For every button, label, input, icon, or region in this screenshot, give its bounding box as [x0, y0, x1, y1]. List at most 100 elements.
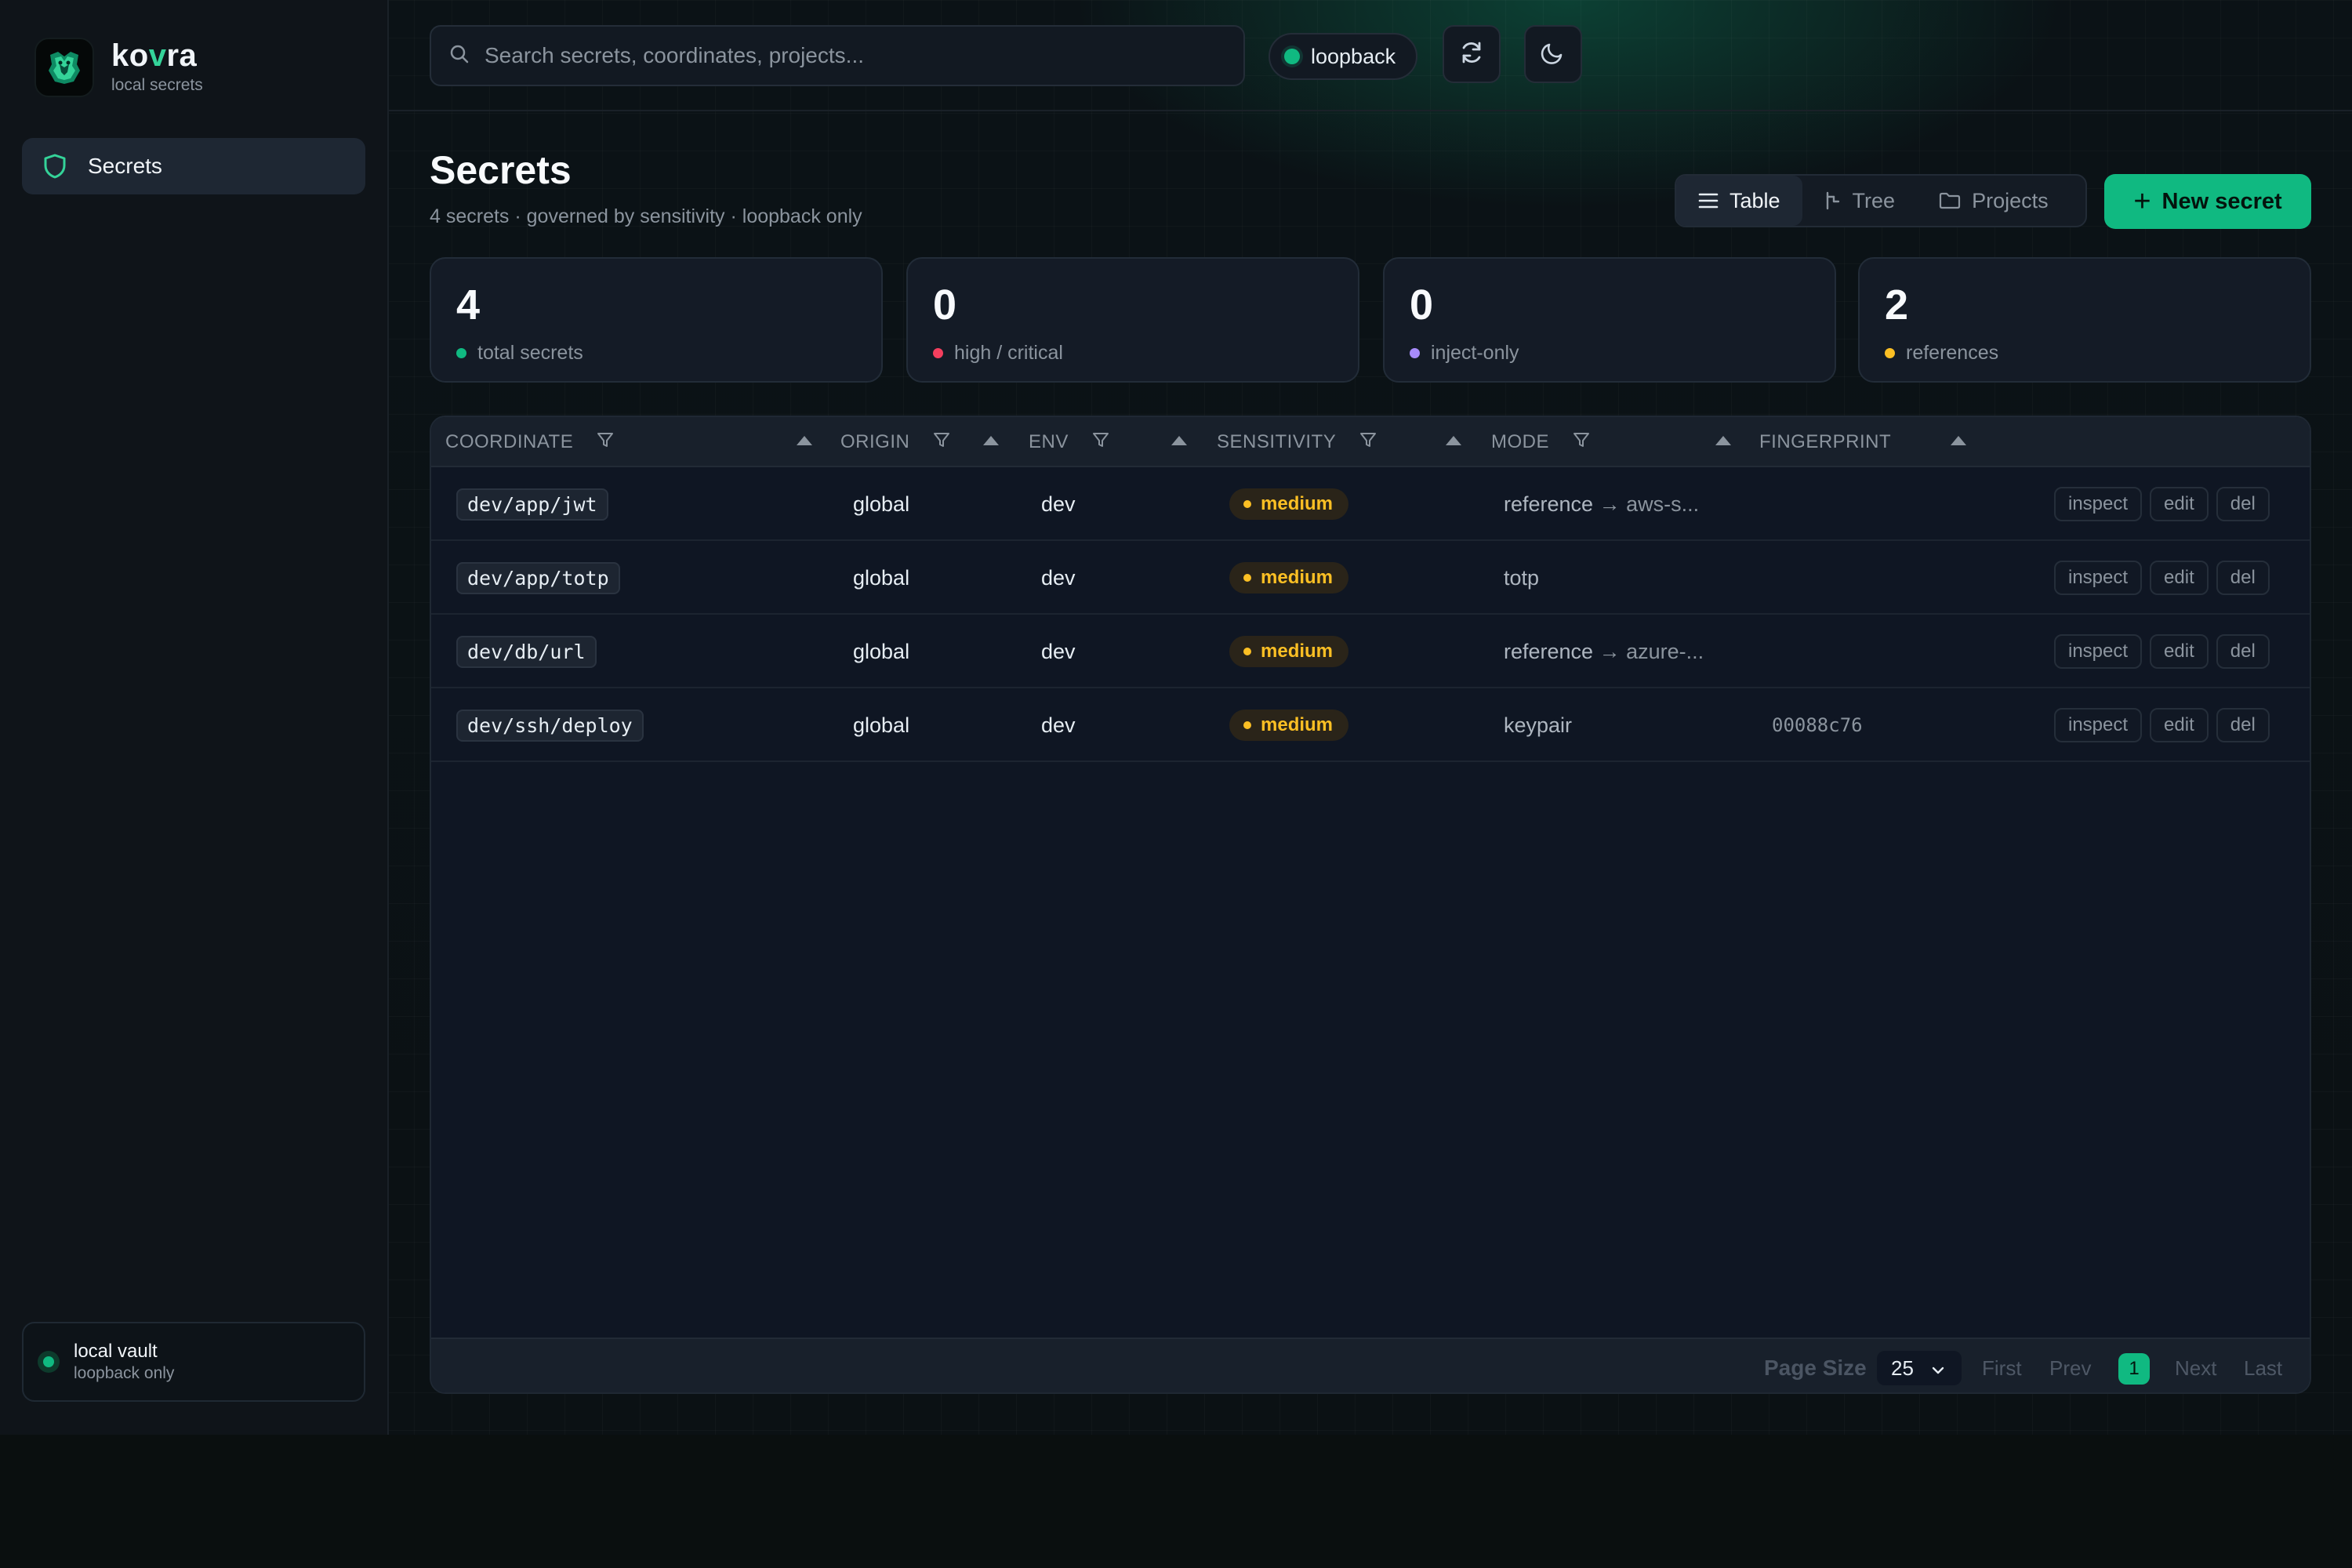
- delete-button[interactable]: del: [2216, 634, 2270, 669]
- delete-button[interactable]: del: [2216, 708, 2270, 742]
- filter-icon[interactable]: [1573, 431, 1590, 454]
- app-root: kovra local secrets Secrets local vault …: [0, 0, 2352, 1435]
- coordinate-tag: dev/ssh/deploy: [456, 709, 644, 742]
- table-row[interactable]: dev/ssh/deploy global dev medium keypair…: [431, 688, 2310, 762]
- inspect-button[interactable]: inspect: [2054, 561, 2143, 595]
- current-page-button[interactable]: 1: [2118, 1353, 2150, 1385]
- column-header-origin[interactable]: ORIGIN: [840, 417, 950, 467]
- mode-cell: reference → aws-s...: [1504, 492, 1700, 516]
- sort-icon[interactable]: [983, 436, 999, 445]
- column-header-env[interactable]: ENV: [1029, 417, 1109, 467]
- stat-value: 0: [933, 281, 957, 328]
- table-row[interactable]: dev/app/totp global dev medium totp insp…: [431, 541, 2310, 615]
- chevron-down-icon: [1931, 1356, 1945, 1381]
- view-projects-button[interactable]: Projects: [1917, 176, 2071, 226]
- stat-dot: [1885, 348, 1895, 358]
- mode-cell: keypair: [1504, 713, 1573, 737]
- sensitivity-badge: medium: [1229, 636, 1349, 667]
- view-tree-button[interactable]: Tree: [1802, 176, 1918, 226]
- inspect-button[interactable]: inspect: [2054, 708, 2143, 742]
- connection-pill[interactable]: loopback: [1269, 33, 1417, 80]
- filter-icon[interactable]: [597, 431, 614, 454]
- column-header-sensitivity[interactable]: SENSITIVITY: [1217, 417, 1377, 467]
- last-page-button[interactable]: Last: [2244, 1339, 2282, 1392]
- stat-value: 0: [1410, 281, 1434, 328]
- prev-page-button[interactable]: Prev: [2049, 1339, 2091, 1392]
- coordinate-tag: dev/app/totp: [456, 561, 620, 594]
- sort-icon[interactable]: [1171, 436, 1187, 445]
- sort-icon[interactable]: [1446, 436, 1461, 445]
- sensitivity-badge: medium: [1229, 488, 1349, 520]
- first-page-button[interactable]: First: [1982, 1339, 2022, 1392]
- edit-button[interactable]: edit: [2150, 487, 2209, 521]
- origin-cell: global: [853, 639, 910, 663]
- theme-toggle-button[interactable]: [1524, 25, 1582, 83]
- stat-card-inject: 0 inject-only: [1383, 257, 1836, 383]
- mode-cell: totp: [1504, 565, 1540, 590]
- page-subtitle: 4 secrets · governed by sensitivity · lo…: [430, 205, 862, 227]
- view-table-button[interactable]: Table: [1676, 176, 1802, 226]
- view-projects-label: Projects: [1972, 188, 2049, 212]
- table-row[interactable]: dev/db/url global dev medium reference →…: [431, 615, 2310, 688]
- page-title: Secrets: [430, 148, 572, 192]
- stat-label: references: [1906, 342, 1999, 364]
- edit-button[interactable]: edit: [2150, 708, 2209, 742]
- search-box[interactable]: [430, 25, 1245, 86]
- vault-subtitle: loopback only: [74, 1364, 175, 1382]
- stat-card-references: 2 references: [1858, 257, 2311, 383]
- brand-subtitle: local secrets: [111, 76, 203, 94]
- stat-label: high / critical: [954, 342, 1063, 364]
- sort-icon[interactable]: [1951, 436, 1966, 445]
- stat-label: inject-only: [1431, 342, 1519, 364]
- table-row[interactable]: dev/app/jwt global dev medium reference …: [431, 467, 2310, 541]
- sensitivity-badge: medium: [1229, 710, 1349, 741]
- table-header: COORDINATE ORIGIN ENV SENSITIVITY MODE F…: [431, 417, 2310, 467]
- sort-icon[interactable]: [1715, 436, 1731, 445]
- delete-button[interactable]: del: [2216, 487, 2270, 521]
- search-input[interactable]: [485, 43, 1206, 68]
- brand[interactable]: kovra local secrets: [34, 38, 203, 97]
- vault-title: local vault: [74, 1341, 158, 1362]
- edit-button[interactable]: edit: [2150, 561, 2209, 595]
- view-table-label: Table: [1730, 188, 1780, 212]
- stat-label: total secrets: [477, 342, 583, 364]
- sort-icon[interactable]: [797, 436, 812, 445]
- folder-icon: [1939, 192, 1961, 209]
- column-header-mode[interactable]: MODE: [1491, 417, 1590, 467]
- column-header-coordinate[interactable]: COORDINATE: [445, 417, 614, 467]
- vault-status-card: local vault loopback only: [22, 1322, 365, 1402]
- origin-cell: global: [853, 565, 910, 590]
- stat-dot: [933, 348, 943, 358]
- refresh-button[interactable]: [1443, 25, 1501, 83]
- connection-label: loopback: [1311, 44, 1396, 68]
- secrets-table: COORDINATE ORIGIN ENV SENSITIVITY MODE F…: [430, 416, 2311, 1394]
- stat-value: 4: [456, 281, 481, 328]
- inspect-button[interactable]: inspect: [2054, 634, 2143, 669]
- env-cell: dev: [1041, 565, 1076, 590]
- edit-button[interactable]: edit: [2150, 634, 2209, 669]
- sidebar-item-label: Secrets: [88, 154, 162, 178]
- page-size-select[interactable]: 25: [1877, 1351, 1962, 1385]
- next-page-button[interactable]: Next: [2175, 1339, 2216, 1392]
- view-tree-label: Tree: [1852, 188, 1896, 212]
- pagination-bar: Page Size 25 First Prev 1 Next Last: [431, 1338, 2310, 1392]
- connection-status-dot: [1284, 49, 1300, 64]
- sidebar-item-secrets[interactable]: Secrets: [22, 138, 365, 194]
- filter-icon[interactable]: [1092, 431, 1109, 454]
- mode-cell: reference → azure-...: [1504, 639, 1704, 663]
- filter-icon[interactable]: [1359, 431, 1377, 454]
- inspect-button[interactable]: inspect: [2054, 487, 2143, 521]
- page-size-label: Page Size: [1764, 1356, 1867, 1380]
- column-header-fingerprint[interactable]: FINGERPRINT: [1759, 417, 1891, 467]
- origin-cell: global: [853, 713, 910, 737]
- origin-cell: global: [853, 492, 910, 516]
- sidebar: kovra local secrets Secrets local vault …: [0, 0, 389, 1435]
- search-icon: [448, 43, 470, 69]
- env-cell: dev: [1041, 713, 1076, 737]
- brand-name: kovra: [111, 38, 198, 73]
- env-cell: dev: [1041, 639, 1076, 663]
- delete-button[interactable]: del: [2216, 561, 2270, 595]
- filter-icon[interactable]: [933, 431, 950, 454]
- new-secret-button[interactable]: + New secret: [2104, 174, 2311, 229]
- new-secret-label: New secret: [2161, 188, 2282, 214]
